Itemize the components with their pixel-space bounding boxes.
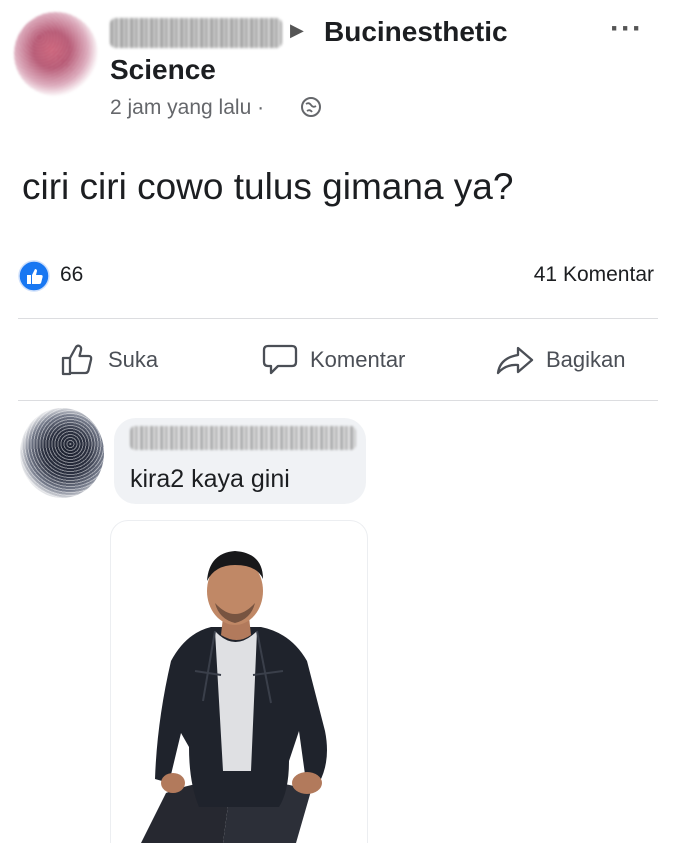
comment-icon — [262, 344, 298, 375]
share-button[interactable]: Bagikan — [494, 340, 626, 380]
comment-author-name-redacted[interactable] — [130, 426, 356, 450]
post-text: ciri ciri cowo tulus gimana ya? — [22, 166, 514, 207]
post-timestamp[interactable]: 2 jam yang lalu · — [110, 96, 264, 120]
share-icon — [496, 346, 534, 375]
like-button[interactable]: Suka — [58, 340, 158, 380]
like-count[interactable]: 66 — [60, 263, 83, 287]
arrow-right-icon: ▶ — [290, 20, 304, 40]
comment-button[interactable]: Komentar — [260, 340, 405, 380]
group-name[interactable]: Bucinesthetic — [324, 16, 508, 48]
thumbs-up-icon — [61, 344, 93, 376]
comment-author-avatar[interactable] — [20, 408, 104, 498]
like-label: Suka — [108, 347, 159, 372]
comment-text: kira2 kaya gini — [130, 465, 290, 493]
post-author-name-redacted[interactable] — [110, 18, 282, 48]
post-author-avatar[interactable] — [14, 12, 98, 96]
globe-icon — [301, 97, 321, 117]
share-label: Bagikan — [546, 347, 626, 372]
group-name-continued[interactable]: Science — [110, 54, 216, 86]
time-separator: · — [257, 96, 265, 119]
divider — [18, 400, 658, 401]
post-time-text: 2 jam yang lalu — [110, 96, 252, 119]
more-icon[interactable]: ··· — [610, 12, 643, 46]
like-badge-icon[interactable] — [18, 260, 50, 292]
comment-photo[interactable] — [110, 520, 368, 843]
comment-label: Komentar — [310, 347, 406, 372]
man-photo — [141, 551, 327, 843]
divider — [18, 318, 658, 319]
comment-count[interactable]: 41 Komentar — [534, 263, 654, 287]
